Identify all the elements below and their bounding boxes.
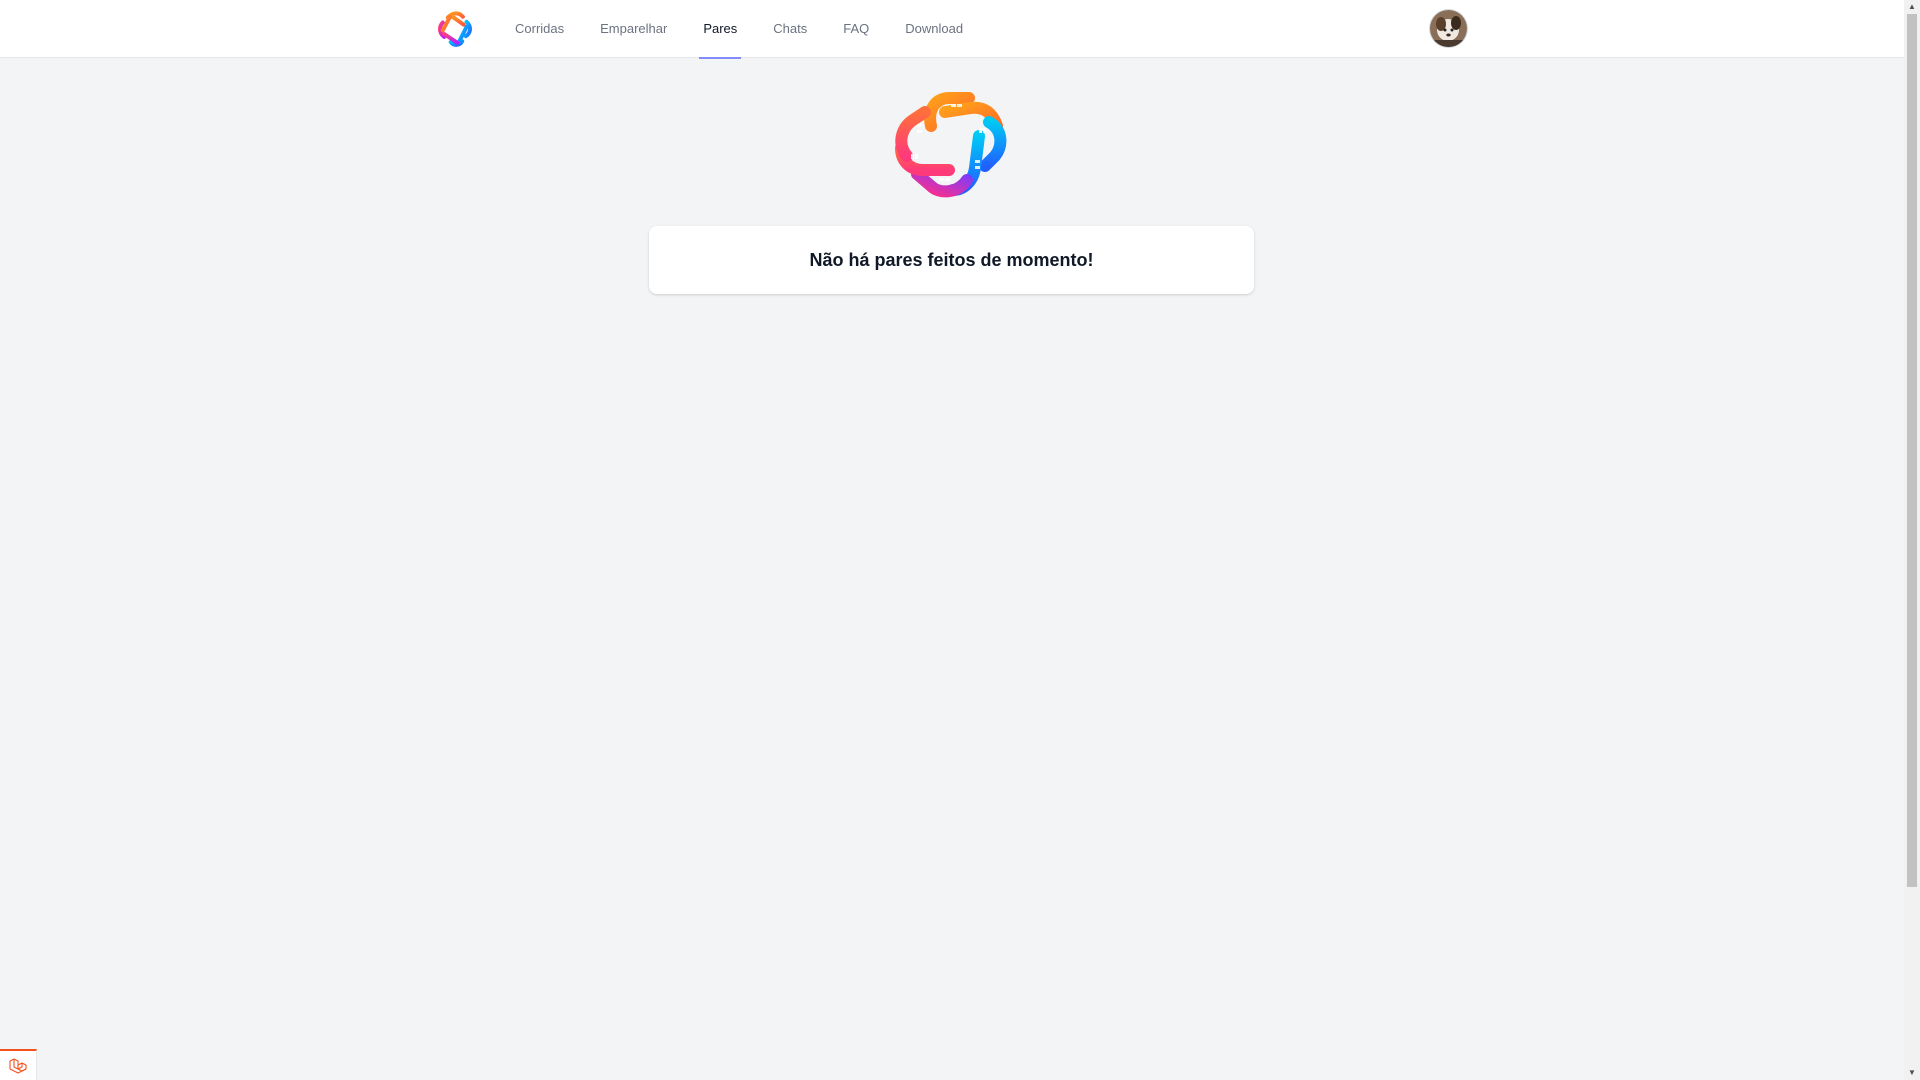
scroll-thumb[interactable] bbox=[1907, 14, 1917, 887]
top-navbar: Corridas Emparelhar Pares Chats FAQ Down… bbox=[0, 0, 1904, 59]
brand-logo-icon[interactable] bbox=[437, 11, 473, 47]
laravel-debugbar-icon bbox=[9, 1057, 27, 1074]
nav-link-chats[interactable]: Chats bbox=[769, 0, 811, 58]
nav-link-emparelhar[interactable]: Emparelhar bbox=[596, 0, 671, 58]
user-avatar[interactable] bbox=[1430, 10, 1467, 47]
avatar-image bbox=[1430, 10, 1467, 47]
nav-link-download[interactable]: Download bbox=[901, 0, 967, 58]
hero-logo-icon bbox=[895, 92, 1007, 198]
nav-link-faq[interactable]: FAQ bbox=[839, 0, 873, 58]
debugbar-toggle[interactable] bbox=[0, 1049, 37, 1080]
nav-link-pares[interactable]: Pares bbox=[699, 0, 742, 59]
scroll-down-arrow-icon[interactable]: ▼ bbox=[1904, 1066, 1920, 1080]
nav-link-corridas[interactable]: Corridas bbox=[511, 0, 568, 58]
empty-state-message: Não há pares feitos de momento! bbox=[809, 249, 1094, 270]
empty-state-card: Não há pares feitos de momento! bbox=[649, 226, 1254, 294]
nav-links: Corridas Emparelhar Pares Chats FAQ Down… bbox=[511, 0, 995, 59]
scroll-up-arrow-icon[interactable]: ▲ bbox=[1904, 0, 1920, 14]
app-viewport: Corridas Emparelhar Pares Chats FAQ Down… bbox=[0, 0, 1904, 1080]
page-scrollbar[interactable]: ▲ ▼ bbox=[1904, 0, 1920, 1080]
navbar-inner: Corridas Emparelhar Pares Chats FAQ Down… bbox=[433, 0, 1467, 59]
